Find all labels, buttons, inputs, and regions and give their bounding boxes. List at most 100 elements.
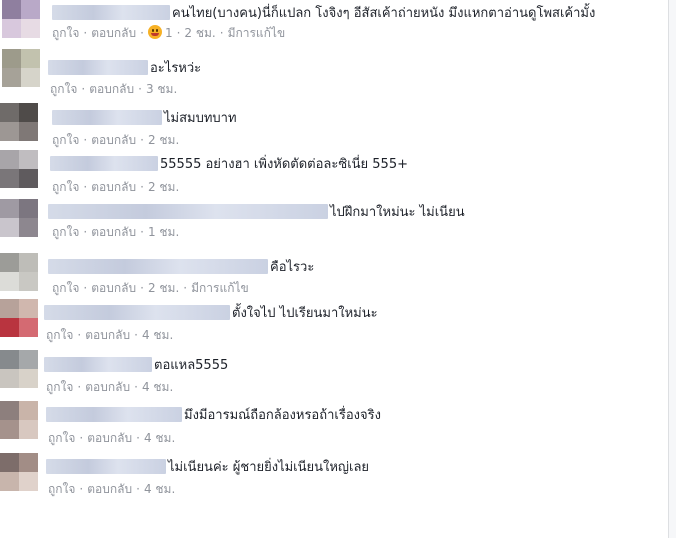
comment-timestamp[interactable]: 2 ชม. xyxy=(148,180,179,194)
comment-text: ตอแหล5555 xyxy=(154,358,229,373)
avatar-tile xyxy=(21,19,40,38)
avatar[interactable] xyxy=(0,350,38,388)
comment-timestamp[interactable]: 4 ชม. xyxy=(144,431,175,445)
reply-link[interactable]: ตอบกลับ xyxy=(85,380,130,394)
comment-text: คือไรวะ xyxy=(270,260,315,275)
avatar-tile xyxy=(21,0,40,19)
commenter-name[interactable] xyxy=(50,156,158,171)
avatar-tile xyxy=(0,369,19,388)
reply-link[interactable]: ตอบกลับ xyxy=(87,431,132,445)
reply-link[interactable]: ตอบกลับ xyxy=(91,281,136,295)
comment-text: ตั้งใจไป ไปเรียนมาใหม่นะ xyxy=(232,306,378,321)
reaction-count: 1 xyxy=(164,26,173,40)
avatar[interactable] xyxy=(0,453,38,491)
comment-timestamp[interactable]: 1 ชม. xyxy=(148,225,179,239)
reaction-summary[interactable]: 1 xyxy=(147,25,173,40)
separator: · xyxy=(140,180,144,194)
avatar[interactable] xyxy=(0,401,38,439)
separator: · xyxy=(183,281,188,295)
commenter-name[interactable] xyxy=(46,407,182,422)
like-link[interactable]: ถูกใจ xyxy=(46,328,73,342)
avatar[interactable] xyxy=(0,199,38,237)
avatar-tile xyxy=(19,472,38,491)
separator: · xyxy=(77,380,82,394)
avatar[interactable] xyxy=(2,0,40,38)
separator: · xyxy=(136,431,140,445)
like-link[interactable]: ถูกใจ xyxy=(48,431,75,445)
reply-link[interactable]: ตอบกลับ xyxy=(85,328,130,342)
avatar-tile xyxy=(19,218,38,237)
commenter-name[interactable] xyxy=(52,5,170,20)
reply-link[interactable]: ตอบกลับ xyxy=(89,82,134,96)
separator: · xyxy=(83,225,88,239)
avatar-tile xyxy=(2,68,21,87)
like-link[interactable]: ถูกใจ xyxy=(48,482,75,496)
like-link[interactable]: ถูกใจ xyxy=(50,82,77,96)
separator: · xyxy=(134,380,138,394)
reply-link[interactable]: ตอบกลับ xyxy=(91,26,136,40)
reply-link[interactable]: ตอบกลับ xyxy=(87,482,132,496)
avatar[interactable] xyxy=(0,150,38,188)
avatar-tile xyxy=(0,253,19,272)
separator: · xyxy=(79,482,84,496)
separator: · xyxy=(219,26,224,40)
avatar-tile xyxy=(0,150,19,169)
separator: · xyxy=(83,133,88,147)
like-link[interactable]: ถูกใจ xyxy=(52,133,79,147)
comment-actions: ถูกใจ · ตอบกลับ · 4 ชม. xyxy=(46,326,173,345)
comment-timestamp[interactable]: 4 ชม. xyxy=(142,380,173,394)
avatar-tile xyxy=(0,453,19,472)
edited-label[interactable]: มีการแก้ไข xyxy=(228,26,286,40)
comment-timestamp[interactable]: 3 ชม. xyxy=(146,82,177,96)
avatar-tile xyxy=(0,103,19,122)
edited-label[interactable]: มีการแก้ไข xyxy=(191,281,249,295)
comment-text: ไม่เนียนค่ะ ผู้ชายยิ่งไม่เนียนใหญ่เลย xyxy=(168,460,370,475)
commenter-name[interactable] xyxy=(48,204,328,219)
avatar[interactable] xyxy=(0,253,38,291)
avatar-tile xyxy=(21,49,40,68)
avatar-tile xyxy=(19,350,38,369)
haha-emoji-icon xyxy=(147,25,162,39)
like-link[interactable]: ถูกใจ xyxy=(52,281,79,295)
like-link[interactable]: ถูกใจ xyxy=(52,26,79,40)
avatar-tile xyxy=(21,68,40,87)
avatar[interactable] xyxy=(2,49,40,87)
reply-link[interactable]: ตอบกลับ xyxy=(91,133,136,147)
avatar-tile xyxy=(0,318,19,337)
avatar-tile xyxy=(2,0,21,19)
avatar-tile xyxy=(19,169,38,188)
avatar-tile xyxy=(19,369,38,388)
separator: · xyxy=(136,482,140,496)
like-link[interactable]: ถูกใจ xyxy=(46,380,73,394)
avatar-tile xyxy=(0,299,19,318)
commenter-name[interactable] xyxy=(44,305,230,320)
like-link[interactable]: ถูกใจ xyxy=(52,180,79,194)
commenter-name[interactable] xyxy=(48,259,268,274)
reply-link[interactable]: ตอบกลับ xyxy=(91,225,136,239)
avatar-tile xyxy=(0,169,19,188)
comment-timestamp[interactable]: 4 ชม. xyxy=(142,328,173,342)
separator: · xyxy=(134,328,138,342)
comment-text: ไม่สมบทบาท xyxy=(164,111,237,126)
like-link[interactable]: ถูกใจ xyxy=(52,225,79,239)
commenter-name[interactable] xyxy=(52,110,162,125)
avatar[interactable] xyxy=(0,299,38,337)
comment-timestamp[interactable]: 4 ชม. xyxy=(144,482,175,496)
commenter-name[interactable] xyxy=(48,60,148,75)
comment-timestamp[interactable]: 2 ชม. xyxy=(148,281,179,295)
comment-text: 55555 อย่างฮา เพิ่งหัดตัดต่อละซิเนี่ย 55… xyxy=(160,157,408,172)
commenter-name[interactable] xyxy=(44,357,152,372)
comment-timestamp[interactable]: 2 ชม. xyxy=(148,133,179,147)
avatar-tile xyxy=(19,299,38,318)
commenter-name[interactable] xyxy=(46,459,166,474)
comment-actions: ถูกใจ · ตอบกลับ · 1 · 2 ชม. · มีการแก้ไข xyxy=(52,24,285,43)
comment-actions: ถูกใจ · ตอบกลับ · 4 ชม. xyxy=(48,429,175,448)
separator: · xyxy=(140,281,144,295)
comment-actions: ถูกใจ · ตอบกลับ · 2 ชม. · มีการแก้ไข xyxy=(52,279,249,298)
avatar[interactable] xyxy=(0,103,38,141)
separator: · xyxy=(83,180,88,194)
avatar-tile xyxy=(2,19,21,38)
comment-actions: ถูกใจ · ตอบกลับ · 3 ชม. xyxy=(50,80,177,99)
comment-timestamp[interactable]: 2 ชม. xyxy=(184,26,215,40)
reply-link[interactable]: ตอบกลับ xyxy=(91,180,136,194)
